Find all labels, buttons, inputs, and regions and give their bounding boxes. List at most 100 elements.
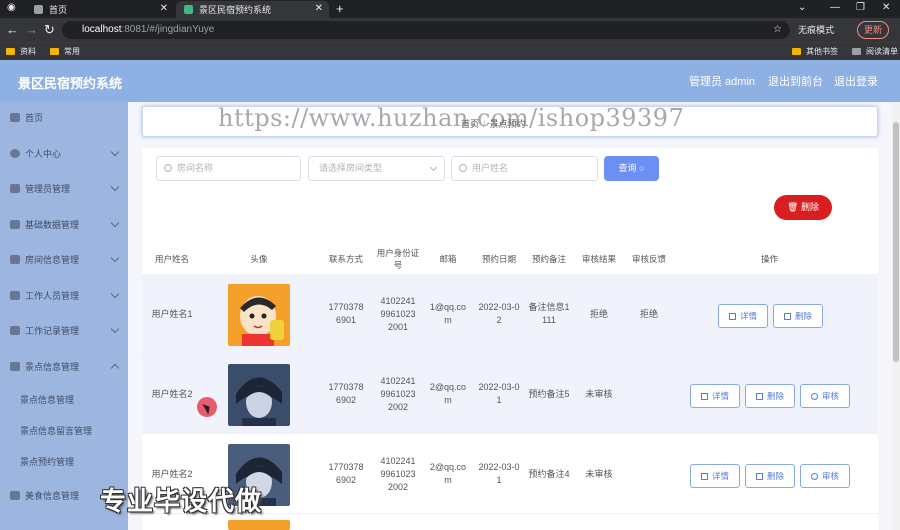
bookmark-folder[interactable]: 其他书签: [792, 46, 838, 57]
batch-delete-button[interactable]: 🗑 删除: [774, 195, 832, 220]
grid-icon: [10, 183, 20, 193]
watermark: https://www.huzhan.com/ishop39397: [218, 104, 685, 132]
browser-tab-home[interactable]: 首页 ✕: [26, 1, 174, 18]
url-path: :8081/#/jingdianYuye: [121, 24, 215, 35]
search-button-label: 查询: [618, 163, 637, 173]
bookmark-label: 其他书签: [806, 47, 838, 56]
review-button[interactable]: 审核: [800, 464, 850, 488]
restore-icon[interactable]: ❐: [856, 2, 865, 13]
document-icon: [728, 312, 736, 320]
star-icon[interactable]: ☆: [773, 21, 782, 39]
reload-icon[interactable]: ↻: [44, 22, 55, 38]
document-icon: [700, 472, 708, 480]
delete-label: 删除: [766, 391, 784, 401]
search-button[interactable]: 查询 ○: [604, 156, 659, 181]
cell-note: 预约备注4: [528, 468, 570, 479]
review-button[interactable]: 审核: [800, 384, 850, 408]
sidebar-item-label: 美食信息管理: [25, 490, 80, 501]
delete-button[interactable]: 删除: [773, 304, 823, 328]
trash-icon: [755, 472, 763, 480]
close-icon[interactable]: ✕: [315, 3, 323, 14]
bookmark-label: 常用: [64, 47, 80, 56]
window-close-icon[interactable]: ✕: [882, 2, 890, 13]
incognito-label[interactable]: 无痕模式: [798, 23, 834, 36]
back-to-frontend-link[interactable]: 退出到前台: [768, 73, 823, 89]
user-name-input[interactable]: 用户姓名: [451, 156, 598, 181]
browser-menu-icon[interactable]: ◉: [7, 2, 16, 13]
bookmark-label: 阅读清单: [866, 47, 898, 56]
room-name-input[interactable]: 房间名称: [156, 156, 301, 181]
avatar: [228, 520, 290, 530]
minimize-icon[interactable]: —: [830, 2, 840, 13]
forward-icon[interactable]: →: [25, 22, 38, 37]
url-field[interactable]: localhost:8081/#/jingdianYuye ☆: [62, 21, 790, 39]
cell-date: 2022-03-02: [478, 302, 520, 325]
col-header-idcard: 用户身份证号: [376, 248, 420, 270]
app-title: 景区民宿预约系统: [18, 76, 123, 91]
sidebar-item-home[interactable]: 首页: [0, 102, 128, 132]
close-icon[interactable]: ✕: [160, 3, 168, 14]
sidebar-subitem-attraction-messages[interactable]: 景点信息留言管理: [0, 415, 128, 445]
reading-list[interactable]: 阅读清单: [852, 46, 898, 57]
sidebar-subitem-attraction-info[interactable]: 景点信息管理: [0, 384, 128, 414]
cell-note: 备注信息1111: [528, 302, 570, 325]
delete-label: 删除: [766, 471, 784, 481]
sidebar-item-label: 工作人员管理: [25, 290, 80, 301]
update-button[interactable]: 更新: [857, 21, 890, 39]
sidebar-item-label: 景点预约管理: [20, 456, 75, 467]
sidebar-item-staff[interactable]: 工作人员管理: [0, 280, 128, 310]
sidebar-item-admins[interactable]: 管理员管理: [0, 173, 128, 203]
new-tab-icon[interactable]: +: [336, 1, 344, 16]
sidebar-subitem-attraction-booking[interactable]: 景点预约管理: [0, 446, 128, 476]
browser-tab-active[interactable]: 景区民宿预约系统 ✕: [176, 1, 329, 18]
browser-tab-title: 首页: [49, 5, 68, 15]
url-host: localhost: [82, 24, 122, 35]
chevron-down-icon: [110, 182, 120, 192]
delete-button[interactable]: 删除: [745, 464, 795, 488]
chevron-down-icon: [110, 218, 120, 228]
admin-label[interactable]: 管理员 admin: [689, 73, 755, 89]
bookmark-folder[interactable]: 常用: [50, 46, 80, 57]
details-button[interactable]: 详情: [690, 464, 740, 488]
delete-button[interactable]: 删除: [745, 384, 795, 408]
page-scrollbar[interactable]: [892, 102, 900, 530]
sidebar-item-profile[interactable]: 个人中心: [0, 138, 128, 168]
chevron-down-icon: [429, 163, 438, 172]
vue-icon: [184, 5, 193, 14]
sidebar-item-label: 房间信息管理: [25, 254, 80, 265]
cell-date: 2022-03-01: [478, 382, 520, 405]
sidebar-item-basic-data[interactable]: 基础数据管理: [0, 209, 128, 239]
browser-tab-title: 景区民宿预约系统: [199, 5, 272, 15]
sidebar-item-work-records[interactable]: 工作记录管理: [0, 315, 128, 345]
app-header: 景区民宿预约系统 管理员 admin 退出到前台 退出登录: [0, 60, 900, 102]
chevron-up-icon: [110, 363, 120, 373]
content-panel: 房间名称 请选择房间类型 用户姓名 查询 ○ 🗑 删除 用户姓名 头像 联系方式…: [142, 148, 878, 530]
col-header-avatar: 头像: [250, 254, 268, 264]
back-icon[interactable]: ←: [6, 22, 19, 37]
col-header-result: 审核结果: [581, 254, 616, 264]
cell-feedback: [626, 354, 672, 434]
folder-icon: [792, 48, 801, 55]
logout-link[interactable]: 退出登录: [834, 73, 878, 89]
cell-email: 2@qq.com: [429, 382, 467, 405]
promo-banner: 专业毕设代做: [100, 486, 263, 516]
room-type-select[interactable]: 请选择房间类型: [308, 156, 445, 181]
details-button[interactable]: 详情: [690, 384, 740, 408]
cell-idcard: 410224199610232002: [380, 455, 416, 492]
user-name-placeholder: 用户姓名: [472, 163, 509, 173]
browser-tab-bar: ◉ 首页 ✕ 景区民宿预约系统 ✕ + ⌄ — ❐ ✕: [0, 0, 900, 18]
sidebar-item-attractions[interactable]: 景点信息管理: [0, 351, 128, 381]
room-type-placeholder: 请选择房间类型: [319, 163, 383, 173]
details-label: 详情: [711, 391, 729, 401]
page-icon: [34, 5, 43, 14]
sidebar-item-label: 景点信息留言管理: [20, 425, 93, 436]
cell-result: 未审核: [585, 388, 613, 399]
chevron-down-icon[interactable]: ⌄: [798, 2, 806, 13]
scrollbar-thumb[interactable]: [893, 122, 899, 362]
details-button[interactable]: 详情: [718, 304, 768, 328]
cell-email: 1@qq.com: [429, 302, 467, 325]
address-bar-row: ← → ↻ localhost:8081/#/jingdianYuye ☆ 无痕…: [0, 18, 900, 42]
bookmark-folder[interactable]: 资料: [6, 46, 36, 57]
table-row: 用户姓名1 17703786901 410224199610232001 1@q…: [142, 274, 878, 354]
sidebar-item-rooms[interactable]: 房间信息管理: [0, 244, 128, 274]
